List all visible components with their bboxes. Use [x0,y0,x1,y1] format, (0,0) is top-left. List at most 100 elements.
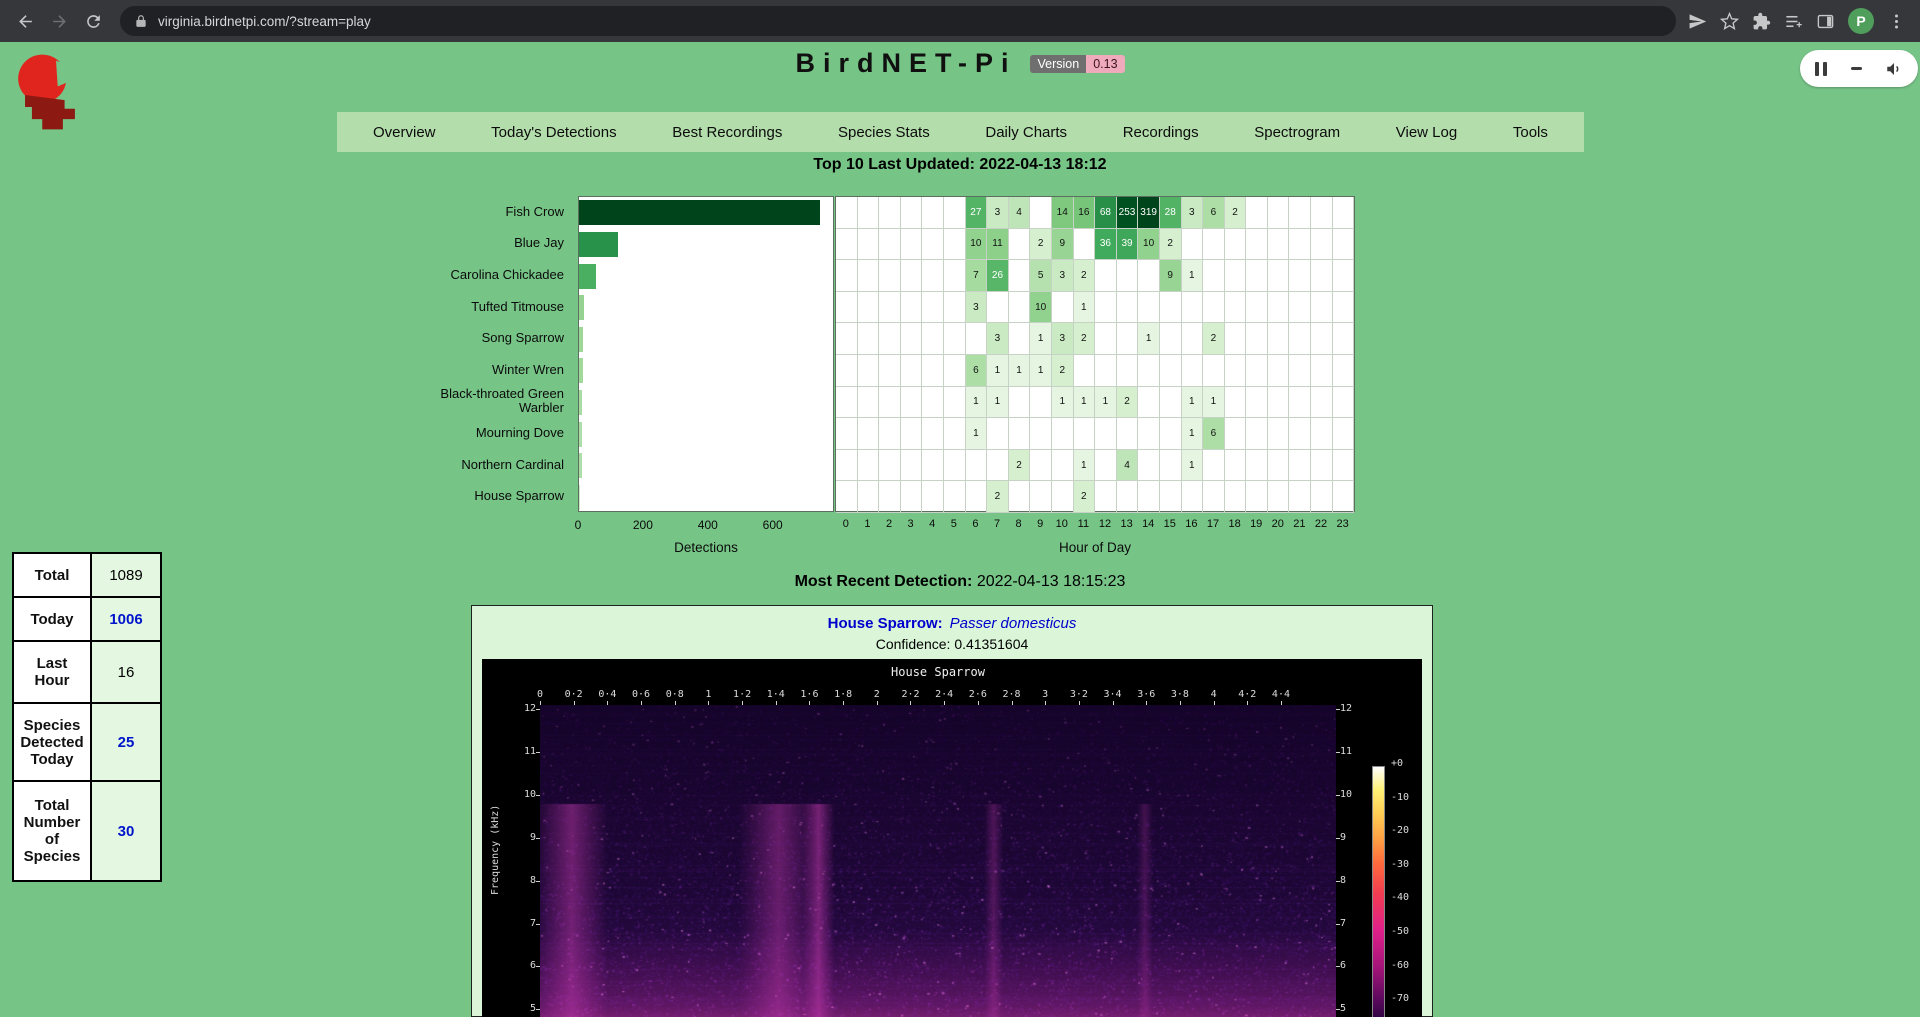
heatmap-cell [1333,387,1355,419]
heatmap-cell [1333,355,1355,387]
heatmap-cell [1289,418,1311,450]
nav-item-today-s-detections[interactable]: Today's Detections [491,124,616,141]
heatmap-cell: 253 [1117,197,1139,229]
heatmap-cell: 3 [1052,323,1074,355]
detections-tick: 400 [698,518,718,532]
hour-tick: 7 [994,518,1000,530]
heatmap-cell [1225,323,1247,355]
heatmap-cell [1009,323,1031,355]
heatmap-cell [1225,355,1247,387]
heatmap-cell [1268,197,1290,229]
spectrogram-tick-mark [1336,1009,1340,1010]
forward-button[interactable] [44,6,74,36]
heatmap-cell: 1 [1009,355,1031,387]
heatmap-cell: 68 [1095,197,1117,229]
heatmap-cell [879,481,901,513]
heatmap-cell: 1 [1030,323,1052,355]
species-label: Song Sparrow [436,322,568,354]
spectrogram-tick-mark [944,701,945,705]
heatmap-cell [944,292,966,324]
stats-value[interactable]: 30 [91,781,161,881]
extensions-puzzle-icon[interactable] [1752,12,1771,31]
seek-dash[interactable] [1851,67,1862,70]
back-button[interactable] [10,6,40,36]
spectrogram-y-tick: 11 [504,746,536,758]
heatmap-cell [922,292,944,324]
heatmap-cell [1117,418,1139,450]
address-bar[interactable]: virginia.birdnetpi.com/?stream=play [120,6,1676,36]
hour-tick: 20 [1272,518,1284,530]
detection-bar [579,485,580,510]
spectrogram-y-tick: 9 [504,832,536,844]
nav-item-species-stats[interactable]: Species Stats [838,124,930,141]
heatmap-cell [1117,355,1139,387]
spectrogram-tick-mark [1180,701,1181,705]
heatmap-cell [1333,260,1355,292]
hour-tick: 17 [1207,518,1219,530]
heatmap-cell [1203,481,1225,513]
pause-button[interactable] [1815,62,1827,76]
heatmap-cell [879,229,901,261]
reload-button[interactable] [78,6,108,36]
heatmap-cell [1030,197,1052,229]
heatmap-cell: 28 [1160,197,1182,229]
reading-list-icon[interactable] [1784,12,1803,31]
spectrogram-x-tick: 3·4 [1104,689,1122,700]
heatmap-cell: 1 [1182,450,1204,482]
heatmap-cell [1009,260,1031,292]
heatmap-cell [1225,418,1247,450]
species-latin-name[interactable]: Passer domesticus [950,615,1077,632]
spectrogram: House Sparrow Frequency (kHz) 00·20·40·6… [482,659,1422,1017]
volume-icon[interactable] [1885,60,1903,78]
heatmap-cell [836,450,858,482]
nav-item-best-recordings[interactable]: Best Recordings [672,124,782,141]
heatmap-cell [1138,355,1160,387]
stats-value: 16 [91,641,161,703]
heatmap-cell [1182,481,1204,513]
heatmap-cell [1030,481,1052,513]
nav-item-daily-charts[interactable]: Daily Charts [985,124,1067,141]
heatmap-cell [1095,450,1117,482]
menu-kebab-icon[interactable] [1887,12,1906,31]
spectrogram-tick-mark [1247,701,1248,705]
send-extension-icon[interactable] [1688,12,1707,31]
heatmap-cell [944,355,966,387]
heatmap-cell [901,292,923,324]
nav-item-tools[interactable]: Tools [1513,124,1548,141]
spectrogram-y-tick: 8 [1340,875,1372,887]
heatmap-cell [901,229,923,261]
heatmap-cell [1095,481,1117,513]
species-common-name[interactable]: House Sparrow: [828,615,943,632]
heatmap-cell [1052,418,1074,450]
heatmap-cell [966,481,988,513]
stats-value[interactable]: 25 [91,703,161,781]
heatmap-cell [1289,450,1311,482]
hour-tick: 13 [1120,518,1132,530]
nav-item-recordings[interactable]: Recordings [1123,124,1199,141]
heatmap-cell [901,481,923,513]
side-panel-icon[interactable] [1816,12,1835,31]
heatmap-cell: 2 [987,481,1009,513]
nav-item-spectrogram[interactable]: Spectrogram [1254,124,1340,141]
heatmap-cell: 2 [1160,229,1182,261]
detection-bar [579,390,582,415]
species-link[interactable]: House Sparrow: Passer domesticus [472,615,1432,632]
bookmark-star-icon[interactable] [1720,12,1739,31]
heatmap-cell [1160,292,1182,324]
colorbar-tick: -50 [1391,926,1409,938]
hour-tick: 22 [1315,518,1327,530]
spectrogram-y-tick: 8 [504,875,536,887]
heatmap-cell: 36 [1095,229,1117,261]
profile-avatar[interactable]: P [1848,8,1874,34]
audio-player[interactable] [1800,50,1918,87]
colorbar-tick: -10 [1391,792,1409,804]
detection-bar [579,453,582,478]
spectrogram-tick-mark [1045,701,1046,705]
spectrogram-tick-mark [978,701,979,705]
spectrogram-tick-mark [809,701,810,705]
nav-item-overview[interactable]: Overview [373,124,436,141]
detections-tick: 200 [633,518,653,532]
spectrogram-x-tick: 3 [1042,689,1048,700]
nav-item-view-log[interactable]: View Log [1396,124,1457,141]
stats-value[interactable]: 1006 [91,597,161,641]
